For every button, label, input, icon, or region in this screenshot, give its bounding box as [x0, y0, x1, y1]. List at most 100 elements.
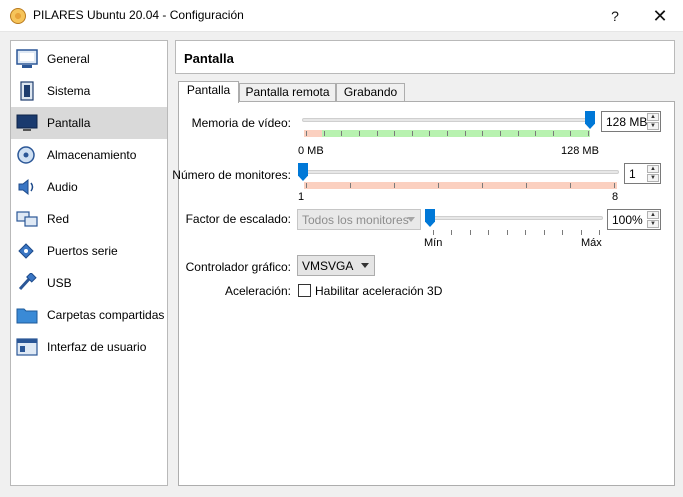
slider-tick [599, 230, 600, 235]
spin-down-icon[interactable]: ▼ [647, 122, 659, 130]
monitor-count-slider[interactable] [302, 170, 619, 174]
sidebar-item-label: Almacenamiento [47, 148, 137, 162]
chevron-down-icon [407, 217, 415, 222]
slider-tick [507, 230, 508, 235]
display-icon [16, 114, 38, 131]
scale-factor-value: 100% [612, 213, 643, 227]
scale-factor-slider[interactable] [429, 216, 603, 220]
monitor-count-spinbox[interactable]: 1 ▲ ▼ [624, 163, 661, 184]
acceleration-label: Aceleración: [224, 284, 291, 298]
graphics-controller-select[interactable]: VMSVGA [297, 255, 375, 276]
sidebar-item-serial-ports[interactable]: Puertos serie [11, 235, 167, 267]
scale-factor-label: Factor de escalado: [185, 212, 291, 226]
chevron-down-icon [361, 263, 369, 268]
scale-monitor-select-value: Todos los monitores [302, 213, 409, 227]
slider-tick [482, 183, 483, 188]
slider-tick [377, 131, 378, 136]
sidebar-item-label: Puertos serie [47, 244, 118, 258]
system-icon [20, 81, 34, 101]
slider-tick [341, 131, 342, 136]
audio-icon [18, 178, 34, 196]
sidebar-item-general[interactable]: General [11, 43, 167, 75]
spin-up-icon[interactable]: ▲ [647, 211, 659, 219]
network-icon [16, 211, 38, 227]
slider-tick [526, 183, 527, 188]
slider-tick [429, 131, 430, 136]
slider-tick [394, 183, 395, 188]
slider-tick [350, 183, 351, 188]
scale-factor-min-label: Mín [424, 237, 443, 249]
usb-icon [18, 273, 37, 291]
virtualbox-app-icon [10, 8, 26, 24]
spin-down-icon[interactable]: ▼ [647, 174, 659, 182]
slider-tick [525, 230, 526, 235]
sidebar-item-usb[interactable]: USB [11, 267, 167, 299]
sidebar-item-label: Red [47, 212, 70, 226]
enable-3d-acceleration-checkbox[interactable] [298, 284, 311, 297]
graphics-controller-value: VMSVGA [302, 259, 354, 273]
slider-tick [482, 131, 483, 136]
video-memory-label: Memoria de vídeo: [191, 116, 291, 130]
sidebar-item-label: Sistema [47, 84, 91, 98]
scale-monitor-select: Todos los monitores [297, 209, 421, 230]
tab-remote-display[interactable]: Pantalla remota [239, 83, 336, 102]
slider-tick [438, 183, 439, 188]
slider-tick [412, 131, 413, 136]
help-button[interactable]: ? [592, 0, 638, 32]
sidebar-item-system[interactable]: Sistema [11, 75, 167, 107]
slider-tick [535, 131, 536, 136]
video-memory-spin-buttons[interactable]: ▲ ▼ [647, 113, 659, 130]
sidebar-item-user-interface[interactable]: Interfaz de usuario [11, 331, 167, 363]
sidebar-item-label: USB [47, 276, 72, 290]
slider-tick [433, 230, 434, 235]
slider-tick [518, 131, 519, 136]
serial-ports-icon [18, 243, 34, 259]
video-memory-slider[interactable] [302, 118, 593, 122]
sidebar-item-storage[interactable]: Almacenamiento [11, 139, 167, 171]
scale-factor-max-label: Máx [581, 237, 602, 249]
sidebar-item-label: Audio [47, 180, 78, 194]
scale-factor-spin-buttons[interactable]: ▲ ▼ [647, 211, 659, 228]
sidebar-item-label: Interfaz de usuario [47, 340, 147, 354]
shared-folders-icon [16, 308, 38, 324]
slider-tick [488, 230, 489, 235]
close-button[interactable]: ✕ [637, 0, 683, 32]
user-interface-icon [16, 338, 38, 356]
video-memory-min-label: 0 MB [298, 145, 324, 157]
video-memory-spinbox[interactable]: 128 MB ▲ ▼ [601, 111, 661, 132]
sidebar-item-audio[interactable]: Audio [11, 171, 167, 203]
monitor-count-value: 1 [629, 167, 636, 181]
settings-sidebar: General Sistema Pantalla Almacenamiento … [10, 40, 168, 486]
slider-tick [470, 230, 471, 235]
slider-tick [451, 230, 452, 235]
slider-tick [324, 131, 325, 136]
sidebar-item-label: Pantalla [47, 116, 91, 130]
slider-tick [581, 230, 582, 235]
slider-tick [500, 131, 501, 136]
tab-display[interactable]: Pantalla [178, 81, 239, 103]
page-title: Pantalla [184, 51, 234, 66]
title-bar: PILARES Ubuntu 20.04 - Configuración ? ✕ [0, 0, 683, 32]
slider-tick [570, 131, 571, 136]
page-header: Pantalla [175, 40, 675, 74]
slider-tick [553, 131, 554, 136]
spin-up-icon[interactable]: ▲ [647, 113, 659, 121]
slider-tick [465, 131, 466, 136]
sidebar-item-display[interactable]: Pantalla [11, 107, 167, 139]
video-memory-value: 128 MB [606, 115, 648, 129]
scale-factor-spinbox[interactable]: 100% ▲ ▼ [607, 209, 661, 230]
sidebar-item-shared-folders[interactable]: Carpetas compartidas [11, 299, 167, 331]
spin-up-icon[interactable]: ▲ [647, 165, 659, 173]
slider-tick [544, 230, 545, 235]
sidebar-item-network[interactable]: Red [11, 203, 167, 235]
monitor-count-min-label: 1 [298, 191, 305, 203]
sidebar-item-label: Carpetas compartidas [47, 308, 165, 322]
monitor-count-spin-buttons[interactable]: ▲ ▼ [647, 165, 659, 182]
monitor-count-label: Número de monitores: [172, 168, 291, 182]
tab-recording[interactable]: Grabando [336, 83, 405, 102]
spin-down-icon[interactable]: ▼ [647, 220, 659, 228]
slider-tick [394, 131, 395, 136]
slider-tick [588, 131, 589, 136]
enable-3d-acceleration-label[interactable]: Habilitar aceleración 3D [315, 284, 442, 298]
slider-tick [306, 183, 307, 188]
